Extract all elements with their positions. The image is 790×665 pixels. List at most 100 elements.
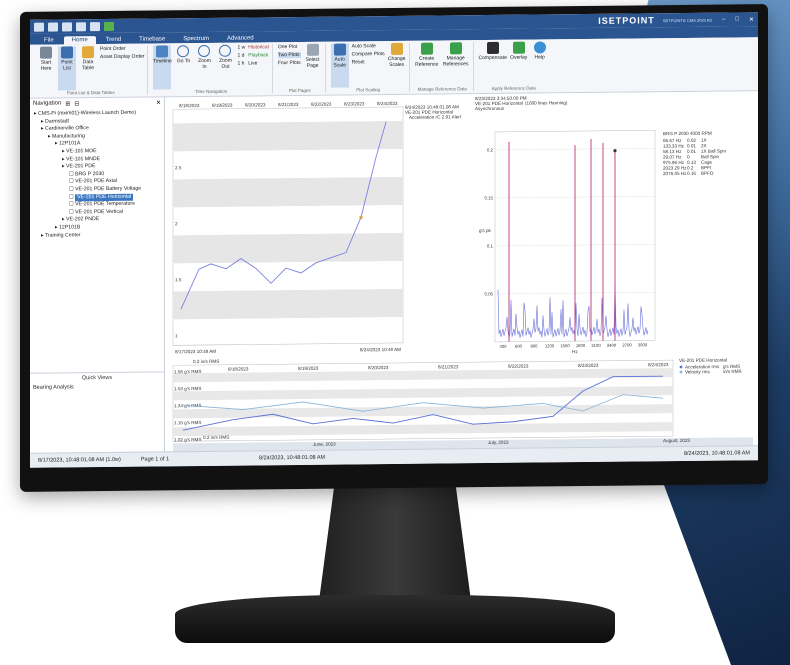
collapse-all-icon[interactable]: ⊟	[74, 100, 79, 107]
tab-timebase[interactable]: Timebase	[131, 35, 173, 43]
select-page-button[interactable]: Select Page	[304, 43, 322, 88]
grid-icon[interactable]	[62, 21, 72, 31]
spectrum-table-title: BRG P 2030 4000 RPM	[663, 131, 712, 137]
spectrum-y-tick: 0.15	[484, 195, 493, 200]
compare-plots-dropdown[interactable]: Compare Plots	[352, 51, 385, 57]
manage-references-button[interactable]: Manage References	[442, 42, 470, 86]
tab-spectrum[interactable]: Spectrum	[175, 35, 217, 43]
create-reference-button[interactable]: Create Reference	[415, 42, 439, 87]
spectrum-table-amp: 0	[687, 154, 690, 159]
trend-date-label: 8/20/2023	[245, 102, 266, 107]
expand-all-icon[interactable]: ⊞	[65, 100, 70, 107]
one-plot-button[interactable]: One Plot	[278, 44, 301, 50]
export-icon[interactable]	[104, 21, 114, 31]
asset-display-order-dropdown[interactable]: Asset Display Order	[100, 54, 144, 60]
tree-node-label: Darmstadt	[45, 117, 69, 125]
long-trend-date: 8/23/2023	[578, 363, 599, 368]
range-1w-button[interactable]: 1 w	[237, 45, 245, 51]
trend-date-label: 8/24/2023	[377, 101, 398, 106]
zoom-in-button[interactable]: Zoom In	[195, 44, 213, 89]
quick-view-item[interactable]: Bearing Analysis	[30, 382, 164, 391]
spectrum-x-tick: 300	[500, 344, 508, 349]
plot-icon[interactable]	[48, 22, 58, 32]
tab-advanced[interactable]: Advanced	[219, 34, 262, 42]
spectrum-table-label: BPFO	[701, 171, 714, 176]
spectrum-y-unit: g's pk	[479, 228, 492, 233]
playback-button[interactable]: Playback	[248, 52, 269, 58]
historical-button[interactable]: Historical	[248, 44, 269, 50]
ruler-icon	[390, 42, 403, 56]
spectrum-x-tick: 1200	[545, 343, 555, 348]
start-here-button[interactable]: Start Here	[37, 46, 55, 91]
long-trend-date: 8/18/2023	[228, 367, 249, 372]
save-icon[interactable]	[34, 22, 44, 32]
trend-start-label: 8/17/2023 10:48 AM	[175, 349, 216, 354]
trend-band	[173, 176, 403, 208]
trend-tooltip-value: Acceleration rC 2.91 Alert	[409, 114, 462, 120]
overlay-button[interactable]: Overlay	[510, 41, 528, 86]
auto-scale-button[interactable]: Auto Scale	[330, 43, 349, 88]
tree-node-label: VE-202 PNDE	[66, 216, 100, 223]
tree-node-label: VE-101 MOE	[66, 148, 97, 155]
tree-node-label: VE-201 PDE Axial	[75, 178, 117, 185]
maximize-icon[interactable]: □	[735, 16, 739, 22]
long-trend-top-label: 0.2 in/s RMS	[193, 359, 219, 364]
waveform-icon[interactable]	[76, 21, 86, 31]
spectrum-table-freq: 29.07 Hz	[663, 154, 682, 159]
auto-scale-menu[interactable]: Auto Scale	[352, 43, 385, 49]
spectrum-x-tick: 900	[531, 343, 539, 348]
long-trend-y-label: 1.56 g's RMS	[174, 369, 201, 374]
compensate-button[interactable]: Compensate	[479, 41, 507, 86]
long-trend-date: 8/20/2023	[368, 365, 389, 370]
spectrum-table-label: BPFI	[701, 165, 711, 170]
bar-chart-icon[interactable]	[90, 21, 100, 31]
tab-trend[interactable]: Trend	[98, 36, 129, 44]
spectrum-x-tick: 2100	[591, 343, 601, 348]
spectrum-x-tick: 2400	[607, 343, 617, 348]
two-plots-button[interactable]: Two Plots	[277, 51, 301, 59]
plots-canvas[interactable]: 8/18/2023 8/19/2023 8/20/2023 8/21/2023 8/22…	[165, 91, 753, 467]
tab-file[interactable]: File	[36, 36, 62, 44]
long-trend-date: 8/19/2023	[298, 366, 319, 371]
spectrum-table-freq: 975.96 Hz	[663, 160, 685, 165]
zoom-out-button[interactable]: Zoom Out	[216, 44, 234, 89]
spectrum-table-freq: 2076.05 Hz	[663, 171, 687, 176]
page-icon	[306, 43, 319, 56]
tree-node-label: Training Center	[44, 231, 81, 239]
four-plots-button[interactable]: Four Plots	[278, 60, 301, 66]
navigation-title: Navigation	[33, 100, 62, 107]
status-page: Page 1 of 1	[140, 456, 170, 463]
app-window: ISETPOINT SETPOINT® CMS 2023 R2 – □ ✕ Fi…	[30, 12, 758, 468]
point-list-button[interactable]: Point List	[58, 46, 76, 91]
tree-node-label: CMS-Pi (mxim01)-Wireless Launch Demo)	[38, 109, 137, 117]
close-icon[interactable]: ✕	[749, 16, 754, 23]
trend-end-label: 8/24/2023 10:48 AM	[360, 347, 401, 352]
go-to-button[interactable]: Go To	[174, 45, 192, 89]
live-button[interactable]: Live	[248, 60, 269, 66]
range-1d-button[interactable]: 1 d	[237, 53, 245, 59]
long-trend-y-label: 1.53 g's RMS	[174, 386, 201, 391]
reset-button[interactable]: Reset	[352, 59, 385, 65]
table-icon	[82, 46, 94, 59]
point-order-button[interactable]: Point Order	[100, 46, 144, 52]
minimize-icon[interactable]: –	[722, 17, 725, 23]
long-trend-date: 8/24/2023	[648, 362, 669, 367]
data-table-button[interactable]: Data Table	[79, 46, 97, 90]
tree-node-label: VE-201 PDE Temperature	[75, 200, 135, 208]
long-trend-date: 8/22/2023	[508, 364, 529, 369]
long-trend-y-label: 1.15 g's RMS	[174, 420, 201, 425]
tab-home[interactable]: Home	[63, 36, 96, 45]
tree-node[interactable]: ▸ Training Center	[34, 231, 160, 240]
group-manage-reference: Create Reference Manage References Manag…	[411, 42, 474, 92]
change-scales-button[interactable]: Change Scales	[388, 42, 406, 87]
close-panel-icon[interactable]: ✕	[156, 99, 161, 106]
monitor-stand-base	[175, 595, 615, 643]
range-1h-button[interactable]: 1 h	[237, 61, 245, 67]
long-trend-date: 8/21/2023	[438, 364, 459, 369]
group-plot-pages: One Plot Two Plots Four Plots Select Pag…	[274, 43, 326, 94]
tree-node-label: VE-201 PDE	[66, 163, 96, 170]
help-button[interactable]: Help	[531, 41, 549, 85]
status-start-time: 8/17/2023, 10:48:01.08 AM (1.0w)	[38, 456, 121, 464]
timeline-button[interactable]: Timeline	[153, 45, 172, 90]
spectrum-table-label: Ball Spin	[701, 154, 720, 159]
